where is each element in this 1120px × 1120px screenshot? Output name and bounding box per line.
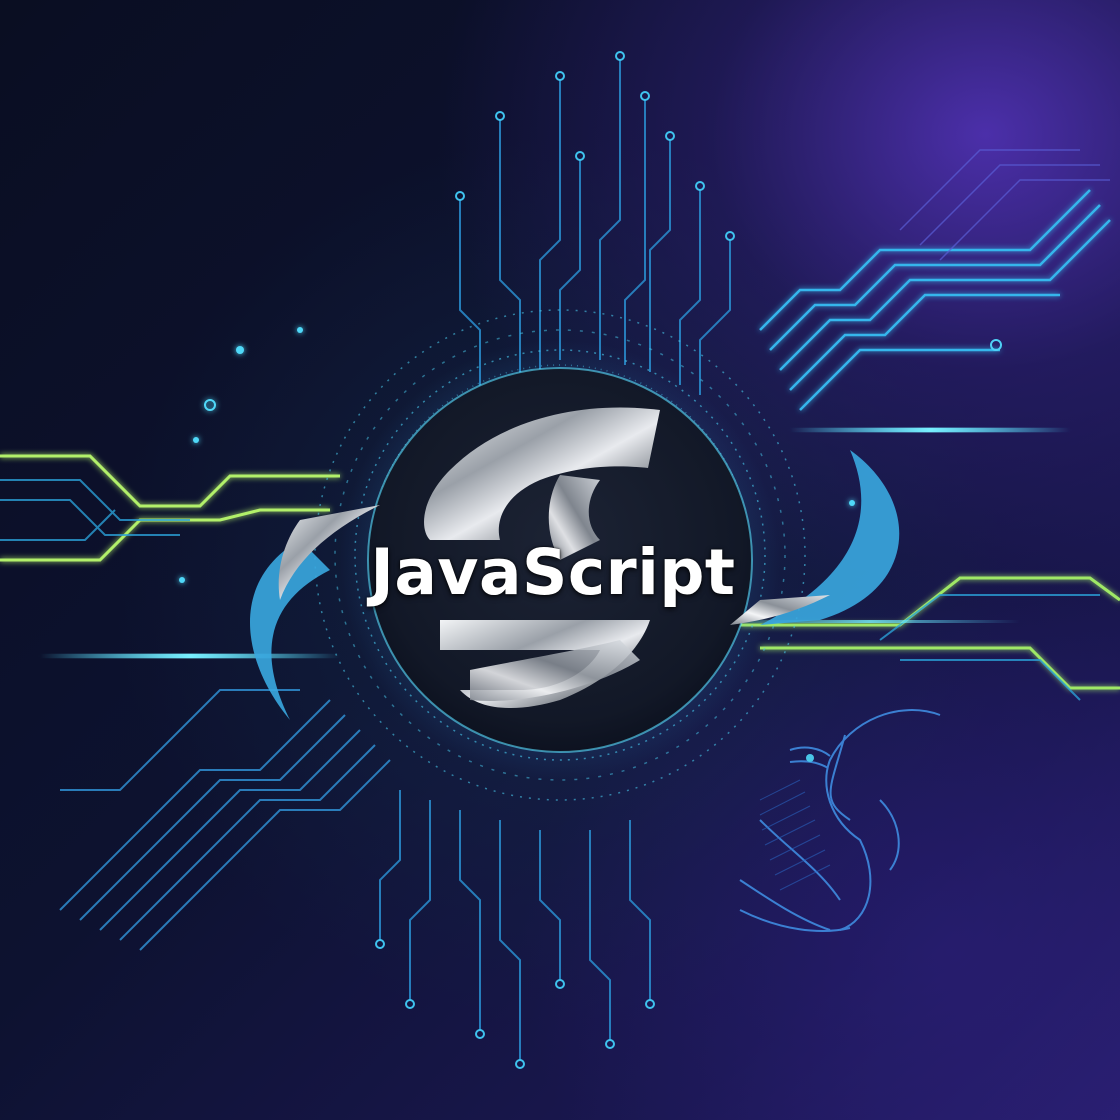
javascript-logo-text: JavaScript: [370, 535, 736, 609]
circuit-traces-bottom: [379, 790, 651, 1060]
circuit-traces-left-blue: [0, 479, 190, 541]
cyber-face-hatching: [759, 779, 831, 891]
circuit-nodes-top: [455, 51, 735, 241]
circuit-nodes-bottom: [375, 939, 655, 1069]
cyber-face-outline: [739, 709, 941, 932]
circuit-traces-right-upper: [759, 189, 1111, 411]
circuit-traces-lower-left: [59, 689, 391, 951]
light-beam-left: [40, 654, 340, 658]
circuit-traces-purple: [899, 149, 1110, 261]
poster-canvas: JavaScript: [0, 0, 1120, 1120]
light-beam-right: [790, 428, 1070, 432]
